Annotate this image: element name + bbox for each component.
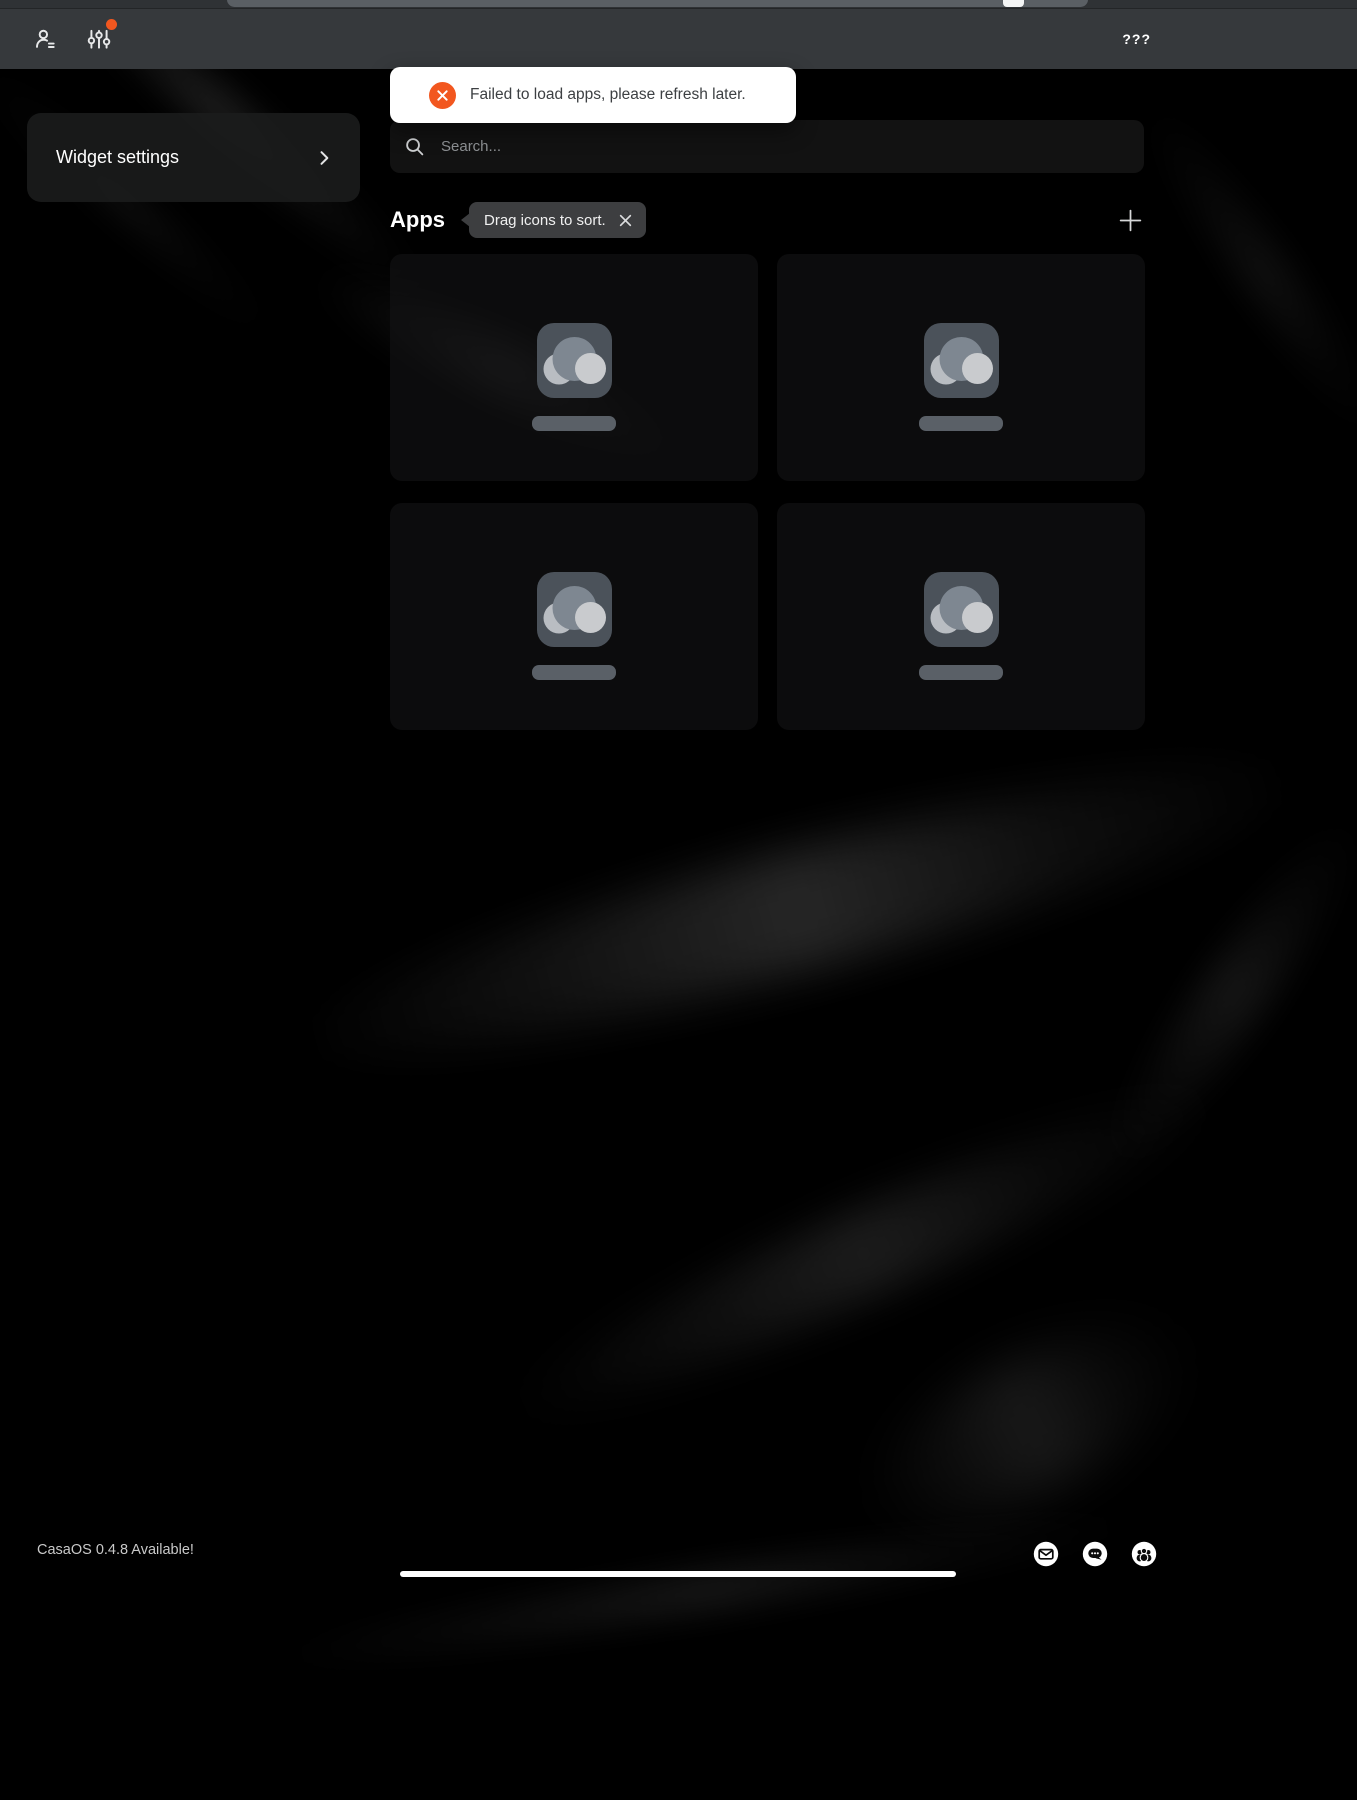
app-placeholder-cloud-icon — [537, 572, 612, 647]
background-streak — [243, 1497, 1178, 1684]
app-name-skeleton-bar — [919, 665, 1003, 680]
mail-icon[interactable] — [1033, 1541, 1059, 1567]
chat-icon[interactable] — [1082, 1541, 1108, 1567]
close-icon[interactable] — [618, 213, 633, 228]
app-card-skeleton[interactable] — [777, 254, 1145, 481]
apps-header: Apps Drag icons to sort. — [390, 201, 1144, 239]
browser-chrome-strip — [0, 0, 1357, 8]
tooltip-text: Drag icons to sort. — [484, 212, 606, 229]
app-placeholder-cloud-icon — [924, 572, 999, 647]
widget-settings-panel[interactable]: Widget settings — [27, 113, 360, 202]
notification-dot — [106, 19, 117, 30]
tab-notch — [1003, 0, 1024, 7]
plus-icon — [1117, 207, 1144, 234]
help-button[interactable]: ??? — [1122, 9, 1151, 69]
user-icon — [32, 26, 58, 52]
home-indicator[interactable] — [400, 1571, 956, 1577]
search-input[interactable] — [439, 137, 1130, 156]
background-streak — [0, 49, 293, 355]
widget-settings-label: Widget settings — [56, 147, 314, 168]
background-streak — [841, 1283, 1220, 1567]
community-icon[interactable] — [1131, 1541, 1157, 1567]
app-name-skeleton-bar — [919, 416, 1003, 431]
app-name-skeleton-bar — [532, 665, 616, 680]
version-update-link[interactable]: CasaOS 0.4.8 Available! — [37, 1542, 194, 1558]
chevron-right-icon — [314, 148, 334, 168]
app-placeholder-cloud-icon — [924, 323, 999, 398]
footer-links — [1033, 1541, 1157, 1567]
app-card-skeleton[interactable] — [777, 503, 1145, 730]
toast-message: Failed to load apps, please refresh late… — [470, 86, 746, 104]
background-streak — [487, 1053, 1244, 1453]
app-card-skeleton[interactable] — [390, 254, 758, 481]
add-app-button[interactable] — [1117, 207, 1144, 234]
top-navbar: ??? — [0, 8, 1357, 69]
widget-sliders-icon — [86, 26, 112, 52]
drag-sort-tooltip: Drag icons to sort. — [469, 202, 646, 238]
apps-section-title: Apps — [390, 207, 445, 233]
widget-settings-button[interactable] — [82, 22, 116, 56]
app-card-skeleton[interactable] — [390, 503, 758, 730]
search-bar — [390, 120, 1144, 173]
error-circle-x-icon — [429, 82, 456, 109]
background-streak — [273, 715, 1328, 1105]
search-icon — [403, 135, 426, 158]
address-bar[interactable] — [227, 0, 1088, 7]
casaos-screen: ??? Widget settings Failed to load apps,… — [0, 0, 1357, 1800]
apps-grid — [390, 254, 1145, 730]
background-streak — [1085, 798, 1357, 1187]
user-button[interactable] — [28, 22, 62, 56]
app-name-skeleton-bar — [532, 416, 616, 431]
background-streak — [1123, 84, 1357, 463]
app-placeholder-cloud-icon — [537, 323, 612, 398]
error-toast: Failed to load apps, please refresh late… — [390, 67, 796, 123]
